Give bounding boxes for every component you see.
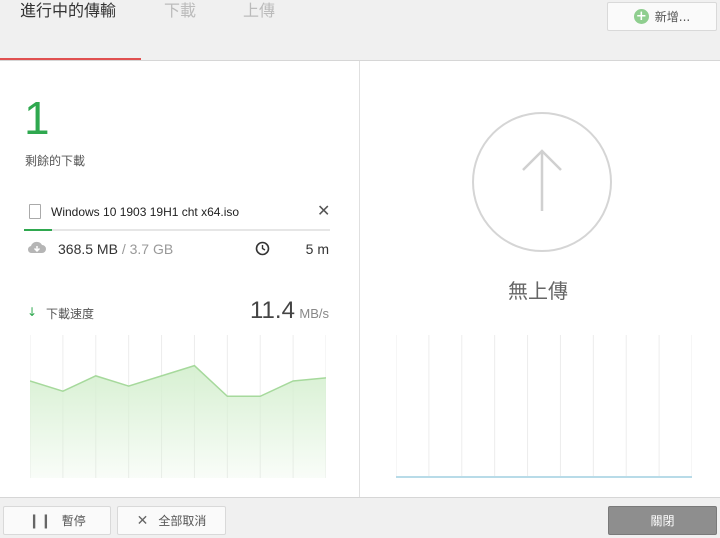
download-progress-fill [24,229,52,231]
pause-button[interactable]: ❙❙ 暫停 [3,506,111,535]
no-uploads-label: 無上傳 [508,279,568,303]
tab-downloads[interactable]: 下載 [164,0,196,25]
remaining-downloads-count: 1 [24,92,50,144]
download-speed: 11.4 MB/s [250,297,329,325]
clock-icon [255,241,270,256]
download-size: 368.5 MB / 3.7 GB [58,241,173,257]
upload-arrow-icon [472,112,612,252]
download-speed-area [30,365,326,478]
uploads-panel: 無上傳 [360,61,720,497]
active-tab-indicator [0,58,141,60]
bottom-bar: ❙❙ 暫停 ✕ 全部取消 關閉 [0,497,720,538]
cancel-all-button[interactable]: ✕ 全部取消 [117,506,226,535]
file-name: Windows 10 1903 19H1 cht x64.iso [51,205,240,219]
add-button-label: 新增... [654,10,691,24]
time-remaining: 5 m [305,241,329,257]
tab-active-transfers[interactable]: 進行中的傳輸 [20,0,116,25]
download-speed-unit: MB/s [299,306,329,321]
download-speed-value: 11.4 [249,297,295,324]
close-button-label: 關閉 [650,514,675,528]
tab-uploads[interactable]: 上傳 [243,0,275,25]
plus-icon: + [633,9,649,24]
close-button[interactable]: 關閉 [608,506,717,535]
pause-button-label: 暫停 [61,514,86,528]
download-speed-label: 下載速度 [46,307,95,321]
cancel-download-icon[interactable]: ✕ [317,201,330,220]
pause-icon: ❙❙ [28,512,52,529]
upload-speed-chart [396,335,692,478]
file-icon [29,204,41,219]
top-bar: + 新增... 進行中的傳輸 下載 上傳 [0,0,720,61]
downloaded-size: 368.5 MB [58,241,118,257]
cloud-download-icon [27,241,46,254]
download-arrow-icon: ↓ [27,305,38,319]
download-progress-bar [24,229,330,231]
downloads-panel: 1 剩餘的下載 Windows 10 1903 19H1 cht x64.iso… [0,61,359,497]
total-size: 3.7 GB [129,241,174,257]
cancel-all-button-label: 全部取消 [158,514,207,528]
close-icon: ✕ [136,512,149,529]
add-button[interactable]: + 新增... [607,2,717,31]
size-separator: / [117,241,130,257]
download-speed-chart [30,335,326,478]
remaining-downloads-label: 剩餘的下載 [25,154,86,168]
